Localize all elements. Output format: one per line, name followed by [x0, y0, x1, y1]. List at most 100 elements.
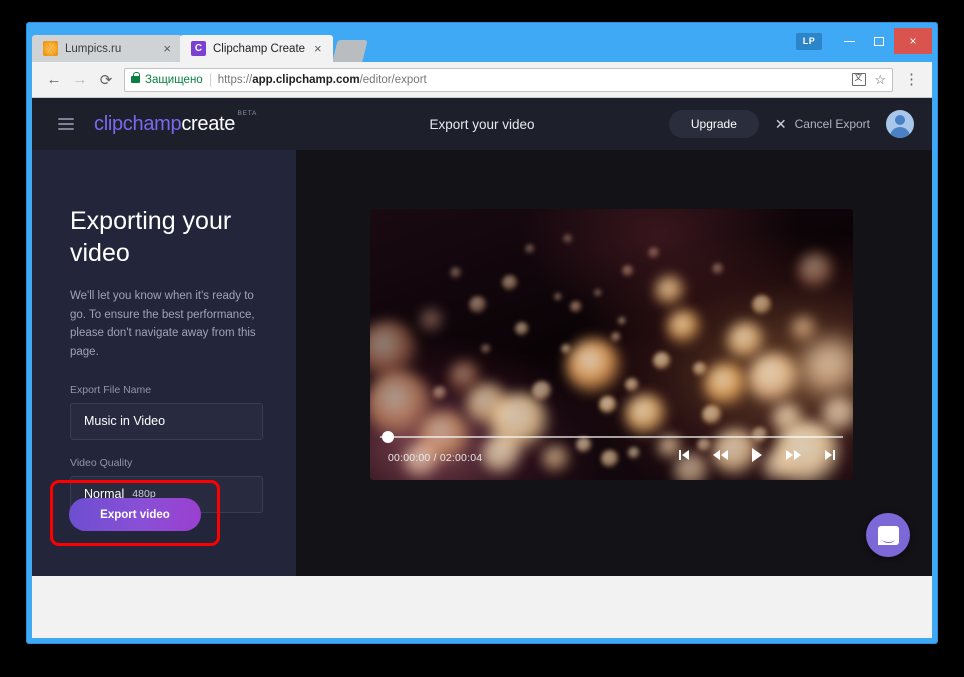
cancel-export-label: Cancel Export — [794, 117, 870, 131]
clipchamp-favicon-icon: C — [191, 41, 206, 56]
export-video-button[interactable]: Export video — [69, 498, 201, 531]
browser-toolbar: ← → ⟳ Защищено https://app.clipchamp.com… — [32, 62, 932, 98]
new-tab-button[interactable] — [331, 40, 368, 62]
chat-bubble-icon — [877, 525, 899, 545]
bokeh-dot — [791, 316, 817, 342]
preview-stage: 00:00:00 / 02:00:04 — [296, 150, 932, 576]
sidebar-description: We'll let you know when it's ready to go… — [70, 290, 256, 358]
tab-close-icon[interactable]: × — [160, 42, 174, 55]
browser-tab-clipchamp[interactable]: C Clipchamp Create × — [180, 35, 333, 62]
tab-strip: Lumpics.ru × C Clipchamp Create × — [32, 28, 368, 62]
fast-forward-icon[interactable] — [786, 450, 801, 460]
browser-tab-lumpics[interactable]: Lumpics.ru × — [32, 35, 182, 62]
time-display: 00:00:00 / 02:00:04 — [388, 452, 483, 464]
profile-badge[interactable]: LP — [796, 32, 822, 50]
bokeh-dot — [420, 309, 444, 333]
hamburger-icon[interactable] — [58, 118, 74, 130]
bokeh-dot — [532, 381, 552, 401]
back-button[interactable]: ← — [41, 67, 67, 93]
close-window-button[interactable]: × — [894, 28, 932, 54]
logo-text-secondary: create — [181, 112, 236, 135]
secure-label: Защищено — [145, 73, 203, 86]
reload-button[interactable]: ⟳ — [93, 67, 119, 93]
transport-controls — [540, 448, 843, 462]
bokeh-dot — [655, 276, 685, 306]
bokeh-dot — [704, 363, 748, 407]
window-controls: LP × — [796, 28, 932, 54]
bokeh-dot — [450, 267, 462, 279]
bokeh-dot — [515, 322, 529, 336]
bokeh-dot — [618, 317, 626, 325]
header-actions: Upgrade ✕ Cancel Export — [668, 110, 914, 138]
beta-badge: BETA — [237, 109, 258, 117]
address-bar[interactable]: Защищено https://app.clipchamp.com/edito… — [124, 67, 893, 92]
omnibox-actions: ☆ — [846, 72, 886, 88]
bokeh-dot — [570, 301, 582, 313]
scrubber-handle[interactable] — [382, 431, 394, 443]
bokeh-dot — [727, 322, 765, 360]
skip-to-start-icon[interactable] — [679, 450, 689, 460]
player-controls: 00:00:00 / 02:00:04 — [370, 428, 853, 480]
app-header: clipchampcreate BETA Export your video Up… — [32, 98, 932, 150]
close-icon: ✕ — [774, 116, 787, 132]
browser-menu-icon[interactable]: ⋮ — [900, 72, 923, 87]
export-sidebar: Exporting your video We'll let you know … — [32, 150, 296, 576]
maximize-button[interactable] — [864, 28, 894, 54]
progress-scrubber[interactable] — [380, 431, 843, 443]
rewind-icon[interactable] — [713, 450, 728, 460]
url-scheme: https:// — [217, 73, 253, 86]
bokeh-dot — [702, 405, 722, 425]
intercom-chat-button[interactable] — [866, 513, 910, 557]
bokeh-dot — [625, 378, 639, 392]
bookmark-star-icon[interactable]: ☆ — [874, 72, 886, 88]
upgrade-button[interactable]: Upgrade — [668, 110, 759, 138]
bokeh-dot — [594, 289, 602, 297]
browser-titlebar: Lumpics.ru × C Clipchamp Create × LP × — [32, 28, 932, 62]
bokeh-dot — [599, 396, 617, 414]
tab-close-icon[interactable]: × — [311, 42, 325, 55]
url-text: https://app.clipchamp.com/editor/export — [218, 74, 427, 86]
file-name-label: Export File Name — [70, 383, 152, 396]
bokeh-dot — [712, 263, 724, 275]
export-file-name-input[interactable] — [70, 402, 263, 440]
forward-button[interactable]: → — [67, 67, 93, 93]
play-icon[interactable] — [752, 448, 762, 462]
translate-icon[interactable] — [852, 72, 867, 86]
bokeh-dot — [469, 296, 487, 314]
browser-window-inner: Lumpics.ru × C Clipchamp Create × LP × ← — [32, 28, 932, 638]
skip-to-end-icon[interactable] — [825, 450, 835, 460]
minimize-button[interactable] — [834, 28, 864, 54]
bokeh-dot — [433, 386, 447, 400]
bokeh-dot — [748, 353, 800, 405]
omnibox-divider — [209, 72, 211, 87]
url-host: app.clipchamp.com — [252, 73, 360, 86]
lumpics-favicon-icon — [43, 41, 58, 56]
bokeh-dot — [802, 339, 853, 399]
bokeh-dot — [693, 362, 707, 376]
app-body: Exporting your video We'll let you know … — [32, 150, 932, 576]
bokeh-dot — [653, 352, 671, 370]
tab-title: Clipchamp Create — [213, 42, 306, 55]
bokeh-dot — [667, 310, 701, 344]
browser-window: Lumpics.ru × C Clipchamp Create × LP × ← — [27, 23, 937, 643]
bokeh-dot — [554, 293, 562, 301]
lock-icon — [131, 72, 140, 83]
bokeh-dot — [566, 339, 622, 395]
avatar[interactable] — [886, 110, 914, 138]
bokeh-dot — [622, 265, 634, 277]
video-player[interactable]: 00:00:00 / 02:00:04 — [370, 209, 853, 480]
url-path: /editor/export — [359, 73, 427, 86]
bokeh-dot — [752, 295, 772, 315]
bokeh-dot — [798, 253, 834, 289]
bokeh-dot — [563, 234, 573, 244]
bokeh-dot — [611, 332, 621, 342]
cancel-export-button[interactable]: ✕ Cancel Export — [775, 117, 870, 131]
bokeh-dot — [648, 247, 660, 259]
sidebar-heading: Exporting your video — [70, 207, 232, 267]
bokeh-dot — [481, 344, 491, 354]
bokeh-dot — [502, 275, 518, 291]
video-quality-label: Video Quality — [70, 456, 133, 469]
clipchamp-logo[interactable]: clipchampcreate BETA — [94, 110, 256, 136]
web-page: clipchampcreate BETA Export your video Up… — [32, 98, 932, 576]
logo-text-primary: clipchamp — [94, 112, 182, 135]
